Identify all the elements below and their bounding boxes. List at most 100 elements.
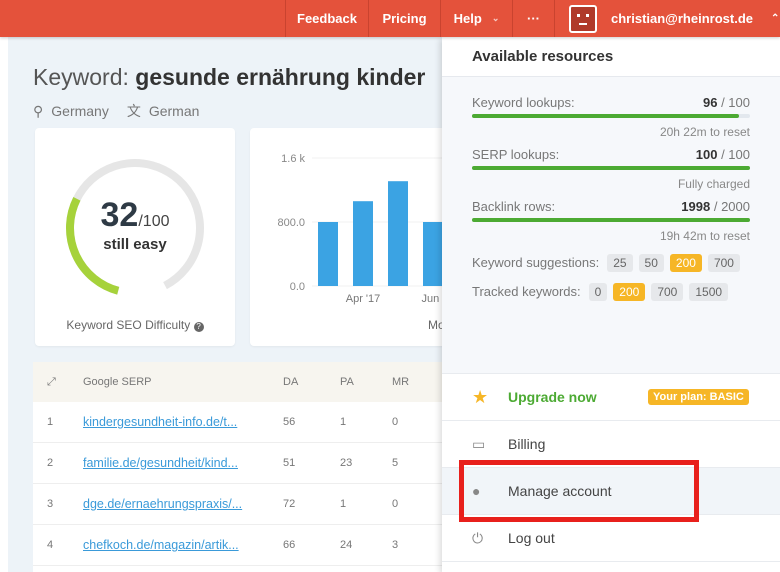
help-menu[interactable]: Help ⌄ <box>440 0 512 37</box>
pa-value: 1 <box>340 498 347 510</box>
col-mr: MR <box>392 376 410 388</box>
resource-used: 96 <box>702 95 718 110</box>
billing-label: Billing <box>508 436 546 452</box>
serp-url-link[interactable]: familie.de/gesundheit/kind... <box>83 456 238 470</box>
option-chip[interactable]: 25 <box>607 254 633 272</box>
resource-progress <box>472 114 750 118</box>
serp-url-link[interactable]: kindergesundheit-info.de/t... <box>83 415 237 429</box>
difficulty-max: /100 <box>138 213 170 230</box>
rank: 2 <box>47 457 54 469</box>
table-row: 4 chefkoch.de/magazin/artik... 66 24 3 <box>33 525 443 566</box>
mr-value: 3 <box>392 539 399 551</box>
option-chip[interactable]: 700 <box>651 283 684 301</box>
account-email: christian@rheinrost.de <box>611 11 753 26</box>
sidebar <box>0 37 8 572</box>
table-row: 3 dge.de/ernaehrungspraxis/... 72 1 0 <box>33 484 443 525</box>
country: Germany <box>51 103 109 119</box>
option-chip[interactable]: 1500 <box>689 283 729 301</box>
pa-value: 1 <box>340 416 347 428</box>
serp-url-link[interactable]: dge.de/ernaehrungspraxis/... <box>83 497 242 511</box>
plan-badge: Your plan: BASIC <box>648 389 749 405</box>
pricing-link[interactable]: Pricing <box>368 0 440 37</box>
resource-note: 19h 42m to reset <box>659 229 750 243</box>
mr-value: 5 <box>392 457 399 469</box>
search-volume-chart: 1.6 k 800.0 0.0 Apr '17 Jun ' Mo <box>250 128 450 346</box>
da-value: 56 <box>283 416 296 428</box>
resource-used: 1998 <box>681 199 711 214</box>
y-tick-label: 0.0 <box>290 281 305 293</box>
resource-progress <box>472 166 750 170</box>
resource-total: / 100 <box>721 95 750 110</box>
help-icon[interactable]: ? <box>193 322 204 332</box>
resource-label: SERP lookups: <box>472 147 560 162</box>
rank: 4 <box>47 539 54 551</box>
bar <box>423 222 443 286</box>
upgrade-item[interactable]: ★ Upgrade now Your plan: BASIC <box>442 373 780 421</box>
expand-icon[interactable]: ⤢ <box>33 376 83 389</box>
bar <box>353 201 373 286</box>
mr-value: 0 <box>392 416 399 428</box>
rank: 3 <box>47 498 54 510</box>
table-header: ⤢ Google SERP DA PA MR <box>33 362 443 402</box>
chevron-down-icon: ⌄ <box>491 13 500 23</box>
col-da: DA <box>283 376 299 388</box>
difficulty-label: Keyword SEO Difficulty <box>66 318 191 332</box>
highlight-box <box>459 460 699 522</box>
mr-value: 0 <box>392 498 399 510</box>
difficulty-verdict: still easy <box>103 236 167 253</box>
option-chip[interactable]: 0 <box>588 283 608 301</box>
feedback-link[interactable]: Feedback <box>285 0 368 37</box>
location-pin-icon: ⚲ <box>33 102 44 119</box>
rank: 1 <box>47 416 54 428</box>
pa-value: 23 <box>340 457 353 469</box>
option-chip[interactable]: 200 <box>669 254 702 272</box>
resource-progress <box>472 218 750 222</box>
star-icon: ★ <box>472 386 489 407</box>
difficulty-card: 32/100 still easy Keyword SEO Difficulty… <box>35 128 235 346</box>
x-tick-label: Apr '17 <box>346 293 381 305</box>
table-row: 2 familie.de/gesundheit/kind... 51 23 5 <box>33 443 443 484</box>
option-chip[interactable]: 700 <box>707 254 740 272</box>
col-pa: PA <box>340 376 354 388</box>
resource-used: 100 <box>695 147 718 162</box>
y-tick-label: 1.6 k <box>281 153 305 165</box>
option-chip[interactable]: 200 <box>613 283 646 301</box>
top-bar: Feedback Pricing Help ⌄ ··· christian@rhe… <box>0 0 780 37</box>
chevron-up-icon: ⌃ <box>770 13 780 24</box>
page-title: Keyword: gesunde ernährung kinder <box>33 64 426 90</box>
resource-item: Keyword lookups: 96 / 100 20h 22m to reset <box>472 95 750 139</box>
resource-item: Backlink rows: 1998 / 2000 19h 42m to rese… <box>472 199 750 243</box>
language: German <box>148 103 200 119</box>
more-menu[interactable]: ··· <box>512 0 554 37</box>
logout-label: Log out <box>508 530 555 546</box>
serp-url-link[interactable]: chefkoch.de/magazin/artik... <box>83 538 239 552</box>
suggestions-label: Keyword suggestions: <box>472 255 600 270</box>
serp-table: ⤢ Google SERP DA PA MR 1 kindergesundheit… <box>33 362 443 572</box>
tracked-label: Tracked keywords: <box>472 284 581 299</box>
upgrade-label: Upgrade now <box>508 389 597 405</box>
resources-title: Available resources <box>442 37 780 77</box>
da-value: 66 <box>283 539 296 551</box>
keyword-suggestions: Keyword suggestions: 25 50 200 700 <box>472 254 750 272</box>
tracked-keywords: Tracked keywords: 0 200 700 1500 <box>472 283 750 301</box>
avatar <box>569 4 597 33</box>
resources-section: Keyword lookups: 96 / 100 20h 22m to reset… <box>442 77 780 373</box>
bar <box>318 222 338 286</box>
resource-label: Keyword lookups: <box>472 95 575 110</box>
pa-value: 24 <box>340 539 353 551</box>
account-menu[interactable]: christian@rheinrost.de ⌃ <box>554 0 780 37</box>
resource-total: / 2000 <box>713 199 750 214</box>
resource-note: 20h 22m to reset <box>659 125 750 139</box>
y-tick-label: 800.0 <box>277 217 305 229</box>
resource-item: SERP lookups: 100 / 100 Fully charged <box>472 147 750 191</box>
credit-card-icon: ▭ <box>472 435 486 452</box>
language-icon: 文 <box>126 103 141 119</box>
power-icon: ⏻ <box>472 529 484 546</box>
difficulty-score: 32 <box>100 196 139 234</box>
logout-item[interactable]: ⏻ Log out <box>442 515 780 562</box>
resource-label: Backlink rows: <box>472 199 556 214</box>
option-chip[interactable]: 50 <box>638 254 664 272</box>
resource-total: / 100 <box>721 147 750 162</box>
keyword-meta: ⚲ Germany 文 German <box>33 101 199 121</box>
da-value: 72 <box>283 498 296 510</box>
